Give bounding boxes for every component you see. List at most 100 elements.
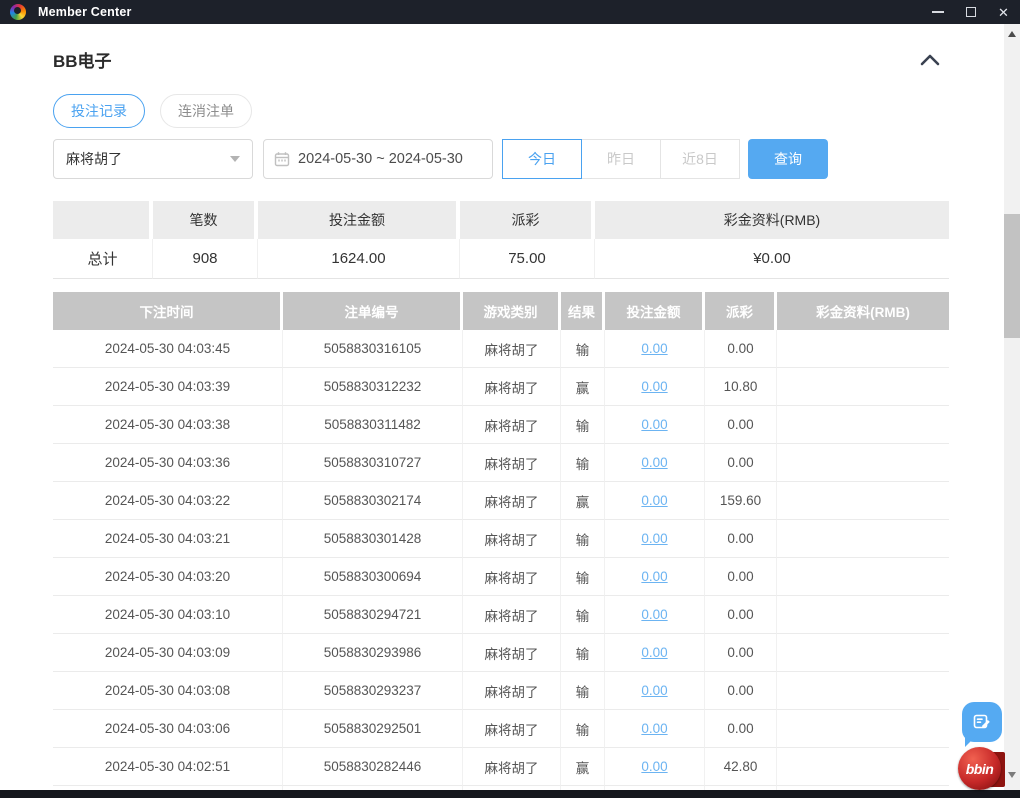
bbin-logo-button[interactable]: bbin (958, 747, 1005, 791)
chevron-down-icon (230, 156, 240, 162)
bonus-cell (777, 748, 949, 786)
bet-amount-cell: 0.00 (605, 368, 705, 406)
collapse-section-button[interactable] (917, 51, 943, 69)
bet-amount-cell: 0.00 (605, 672, 705, 710)
payout-cell: 10.80 (705, 368, 777, 406)
bet-amount-cell: 0.00 (605, 596, 705, 634)
compose-icon (973, 714, 990, 729)
result-cell: 输 (561, 558, 605, 596)
scrollbar-thumb[interactable] (1004, 214, 1020, 338)
bet-time-cell: 2024-05-30 04:03:39 (53, 368, 283, 406)
result-cell: 输 (561, 596, 605, 634)
bet-amount-link[interactable]: 0.00 (641, 569, 667, 584)
payout-cell: 0.00 (705, 596, 777, 634)
summary-header-count: 笔数 (153, 201, 258, 239)
bet-amount-link[interactable]: 0.00 (641, 341, 667, 356)
bonus-cell (777, 520, 949, 558)
result-cell: 输 (561, 406, 605, 444)
table-row: 2024-05-30 04:03:22 5058830302174 麻将胡了赢 0.0… (53, 482, 949, 520)
result-cell: 输 (561, 444, 605, 482)
result-cell: 赢 (561, 368, 605, 406)
bet-amount-link[interactable]: 0.00 (641, 721, 667, 736)
maximize-icon (965, 7, 976, 17)
payout-cell: 0.00 (705, 406, 777, 444)
bet-time-cell: 2024-05-30 04:03:36 (53, 444, 283, 482)
bet-amount-cell: 0.00 (605, 520, 705, 558)
summary-total-bet-amount: 1624.00 (258, 239, 460, 279)
table-row: 2024-05-30 04:02:51 5058830282446 麻将胡了赢 0.0… (53, 748, 949, 786)
bet-time-cell: 2024-05-30 04:03:38 (53, 406, 283, 444)
bet-amount-link[interactable]: 0.00 (641, 417, 667, 432)
filter-bar: 麻将胡了 2024-05-30 ~ 2024-05-30 今日 昨日 近8日 查… (53, 139, 1004, 179)
quick-date-group: 今日 昨日 近8日 (502, 139, 740, 179)
bbin-logo-text: bbin (965, 760, 994, 777)
header-result: 结果 (561, 292, 605, 330)
close-icon: ✕ (998, 4, 1009, 20)
minimize-icon (931, 11, 944, 13)
table-row: 2024-05-30 04:03:09 5058830293986 麻将胡了输 0.0… (53, 634, 949, 672)
payout-cell: 42.80 (705, 748, 777, 786)
table-row: 2024-05-30 04:03:21 5058830301428 麻将胡了输 0.0… (53, 520, 949, 558)
bet-amount-link[interactable]: 0.00 (641, 493, 667, 508)
yesterday-button[interactable]: 昨日 (581, 139, 661, 179)
payout-cell: 0.00 (705, 558, 777, 596)
summary-header-bet-amount: 投注金额 (258, 201, 460, 239)
bet-amount-link[interactable]: 0.00 (641, 683, 667, 698)
today-button[interactable]: 今日 (502, 139, 582, 179)
chevron-up-icon (920, 54, 940, 66)
scroll-up-arrow-icon[interactable] (1008, 31, 1016, 37)
table-row: 2024-05-30 04:03:20 5058830300694 麻将胡了输 0.0… (53, 558, 949, 596)
bet-amount-link[interactable]: 0.00 (641, 379, 667, 394)
game-select[interactable]: 麻将胡了 (53, 139, 253, 179)
bet-amount-link[interactable]: 0.00 (641, 531, 667, 546)
summary-header-blank (53, 201, 153, 239)
game-select-value: 麻将胡了 (66, 151, 122, 167)
window-controls: ✕ (921, 0, 1020, 24)
vertical-scrollbar (1004, 24, 1020, 790)
bonus-cell (777, 444, 949, 482)
scroll-down-arrow-icon[interactable] (1008, 772, 1016, 778)
date-range-input[interactable]: 2024-05-30 ~ 2024-05-30 (263, 139, 493, 179)
order-number-cell: 5058830300694 (283, 558, 463, 596)
window-title: Member Center (38, 5, 132, 19)
search-button[interactable]: 查询 (748, 139, 828, 179)
bet-time-cell: 2024-05-30 04:03:09 (53, 634, 283, 672)
bet-amount-link[interactable]: 0.00 (641, 759, 667, 774)
bet-amount-link[interactable]: 0.00 (641, 645, 667, 660)
table-row: 2024-05-30 04:03:38 5058830311482 麻将胡了输 0.0… (53, 406, 949, 444)
bet-amount-cell: 0.00 (605, 406, 705, 444)
bet-time-cell: 2024-05-30 04:03:10 (53, 596, 283, 634)
bbin-logo-icon: bbin (958, 747, 1001, 790)
app-logo-icon (10, 4, 26, 20)
result-cell: 赢 (561, 482, 605, 520)
payout-cell: 0.00 (705, 672, 777, 710)
maximize-button[interactable] (954, 0, 987, 24)
summary-total-label: 总计 (53, 239, 153, 279)
bet-time-cell: 2024-05-30 04:03:20 (53, 558, 283, 596)
bonus-cell (777, 596, 949, 634)
close-button[interactable]: ✕ (987, 0, 1020, 24)
order-number-cell: 5058830302174 (283, 482, 463, 520)
tab-bet-records[interactable]: 投注记录 (53, 94, 145, 128)
header-bet-amount: 投注金额 (605, 292, 705, 330)
bet-amount-link[interactable]: 0.00 (641, 607, 667, 622)
bonus-cell (777, 672, 949, 710)
minimize-button[interactable] (921, 0, 954, 24)
app-window: Member Center ✕ BB电子 投注记录 连消注单 麻将胡了 2024… (0, 0, 1020, 798)
feedback-compose-button[interactable] (962, 702, 1002, 747)
calendar-icon (274, 152, 290, 167)
bet-amount-link[interactable]: 0.00 (641, 455, 667, 470)
header-bonus: 彩金资料(RMB) (777, 292, 949, 330)
last-8-days-button[interactable]: 近8日 (660, 139, 740, 179)
bet-time-cell: 2024-05-30 04:03:45 (53, 330, 283, 368)
table-row: 2024-05-30 04:03:45 5058830316105 麻将胡了输 0.0… (53, 330, 949, 368)
summary-total-payout: 75.00 (460, 239, 595, 279)
bet-amount-cell: 0.00 (605, 710, 705, 748)
record-tabs: 投注记录 连消注单 (53, 94, 1004, 128)
payout-cell: 159.60 (705, 482, 777, 520)
table-row: 2024-05-30 04:03:06 5058830292501 麻将胡了输 0.0… (53, 710, 949, 748)
bet-time-cell: 2024-05-30 04:03:08 (53, 672, 283, 710)
payout-cell: 0.00 (705, 520, 777, 558)
tab-cancelled-orders[interactable]: 连消注单 (160, 94, 252, 128)
order-number-cell: 5058830292501 (283, 710, 463, 748)
